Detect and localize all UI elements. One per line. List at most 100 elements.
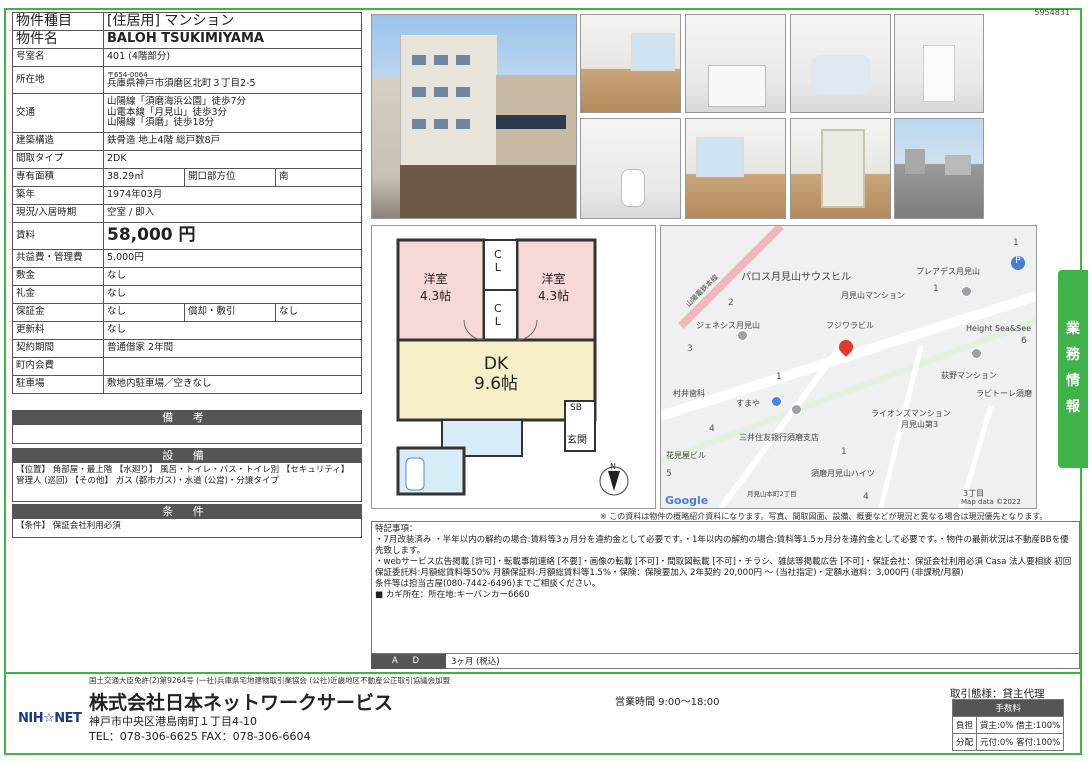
map-label-10: ライオンズマンション bbox=[871, 409, 951, 418]
structure-label: 建築構造 bbox=[12, 132, 104, 151]
map-poi-pin bbox=[961, 286, 972, 297]
rent-label: 賃料 bbox=[12, 222, 104, 250]
map-label-2: 月見山マンション bbox=[841, 291, 905, 300]
company-tel: TEL：078-306-6625 FAX：078-306-6604 bbox=[89, 730, 311, 743]
remarks-header: 備 考 bbox=[12, 410, 362, 425]
town-fee-label: 町内会費 bbox=[12, 357, 104, 376]
map-label-7: ラビトーレ須磨 bbox=[976, 389, 1032, 398]
traffic-cell: 山陽線「須磨海浜公園」徒歩7分 山電本線「月見山」徒歩3分 山陽線「須磨」徒歩18分 bbox=[103, 93, 362, 133]
notes-title: 特記事項： bbox=[375, 524, 418, 534]
traffic-label: 交通 bbox=[12, 93, 104, 133]
footer-divider bbox=[4, 672, 1082, 674]
remarks-section: 備 考 設 備 【位置】 角部屋・最上階 【水廻り】 風呂・トイレ・バス・トイレ… bbox=[12, 410, 362, 538]
built-label: 築年 bbox=[12, 186, 104, 205]
dk-label: DK 9.6帖 bbox=[474, 354, 519, 394]
fee-label: 共益費・管理費 bbox=[12, 249, 104, 268]
map-poi-pin bbox=[737, 330, 748, 341]
status-label: 現況/入居時期 bbox=[12, 204, 104, 223]
key-money-label: 礼金 bbox=[12, 285, 104, 304]
type-value: [住居用] マンション bbox=[103, 12, 362, 31]
notes-line-4: ■ カギ所在：所在地:キーバンカー6660 bbox=[375, 590, 530, 601]
parking-icon: P bbox=[1011, 256, 1025, 270]
guarantee-label: 保証金 bbox=[12, 303, 104, 322]
ad-label: A D bbox=[371, 654, 446, 669]
map-num-0: 1 bbox=[1013, 238, 1019, 248]
map-label-6: 荻野マンション bbox=[941, 371, 997, 380]
floor-plan: 洋室 4.3帖 洋室 4.3帖 CL CL DK 9.6帖 SB 玄関 N bbox=[371, 225, 656, 509]
layout-value: 2DK bbox=[103, 150, 362, 169]
status-value: 空室 / 即入 bbox=[103, 204, 362, 223]
traffic-line-1: 山陽線「須磨海浜公園」徒歩7分 bbox=[107, 95, 247, 107]
ad-row: A D 3ヶ月 (税込) bbox=[371, 653, 1080, 669]
license-text: 国土交通大臣免許(2)第9264号 (一社)兵庫県宅地建物取引業協会 (公社)近… bbox=[89, 676, 451, 685]
parking-value: 敷地内駐車場／空きなし bbox=[103, 375, 362, 394]
toilet-photo bbox=[580, 118, 681, 219]
bathroom-photo bbox=[790, 14, 891, 113]
renewal-value: なし bbox=[103, 321, 362, 340]
map-label-3: ジェネシス月見山 bbox=[696, 321, 760, 330]
contract-value: 普通借家 2年間 bbox=[103, 339, 362, 358]
map-num-6: 4 bbox=[709, 424, 715, 434]
remarks-body bbox=[12, 425, 362, 444]
map-num-7: 1 bbox=[841, 447, 847, 457]
burden-label: 負担 bbox=[951, 716, 978, 734]
contract-label: 契約期間 bbox=[12, 339, 104, 358]
layout-label: 間取タイプ bbox=[12, 150, 104, 169]
area-label: 専有面積 bbox=[12, 168, 104, 187]
built-value: 1974年03月 bbox=[103, 186, 362, 205]
direction-value: 南 bbox=[275, 168, 362, 187]
company-logo: NIH☆NET bbox=[18, 711, 82, 726]
closet2-label: CL bbox=[494, 302, 502, 328]
renewal-label: 更新料 bbox=[12, 321, 104, 340]
google-logo: Google bbox=[665, 494, 709, 507]
map-num-8: 5 bbox=[666, 469, 672, 479]
address-label: 所在地 bbox=[12, 66, 104, 94]
type-label: 物件種目 bbox=[12, 12, 104, 31]
ad-value: 3ヶ月 (税込) bbox=[451, 657, 500, 667]
guarantee-value: なし bbox=[103, 303, 185, 322]
entrance-label: 玄関 bbox=[567, 435, 587, 446]
map-num-1: 2 bbox=[728, 298, 734, 308]
map-label-11: 月見山第3 bbox=[901, 420, 939, 429]
town-fee-value bbox=[103, 357, 362, 376]
notes-line-1: ・7月改装済み ・半年以内の解約の場合:賃料等3ヵ月分を違約金として必要です。・… bbox=[375, 535, 1069, 557]
map-num-4: 1 bbox=[776, 372, 782, 382]
room-value: 401 (4階部分) bbox=[103, 48, 362, 67]
business-info-tab-label: 業務情報 bbox=[1066, 321, 1080, 415]
fee-value: 5,000円 bbox=[103, 249, 362, 268]
special-notes: 特記事項： ・7月改装済み ・半年以内の解約の場合:賃料等3ヵ月分を違約金として… bbox=[371, 521, 1080, 669]
facilities-body: 【位置】 角部屋・最上階 【水廻り】 風呂・トイレ・バス・トイレ別 【セキュリテ… bbox=[12, 463, 362, 502]
amort-label: 償却・敷引 bbox=[184, 303, 276, 322]
map-label-13: 花見屋ビル bbox=[666, 451, 706, 460]
deposit-value: なし bbox=[103, 267, 362, 286]
key-money-value: なし bbox=[103, 285, 362, 304]
room2-label: 洋室 4.3帖 bbox=[538, 272, 570, 303]
address-cell: 〒654-0064 兵庫県神戸市須磨区北町３丁目2-5 bbox=[103, 66, 362, 94]
washroom-photo bbox=[894, 14, 984, 113]
business-info-tab[interactable]: 業務情報 bbox=[1058, 270, 1088, 468]
commission-table: 手数料 負担 貸主:0% 借主:100% 分配 元付:0% 客付:100% bbox=[951, 699, 1065, 751]
property-table: 物件種目 [住居用] マンション 物件名 BALOH TSUKIMIYAMA 号室名… bbox=[12, 12, 362, 394]
company-name: 株式会社日本ネットワークサービス bbox=[89, 692, 394, 714]
map-label-0: パロス月見山サウスヒル bbox=[741, 272, 851, 283]
map-label-9: すまや bbox=[736, 399, 760, 408]
split-label: 分配 bbox=[951, 733, 978, 751]
kitchen-photo bbox=[685, 14, 786, 113]
conditions-header: 条 件 bbox=[12, 504, 362, 519]
name-value: BALOH TSUKIMIYAMA bbox=[103, 30, 362, 49]
map-label-4: フジワラビル bbox=[826, 321, 874, 330]
area-value: 38.29㎡ bbox=[103, 168, 185, 187]
room-label: 号室名 bbox=[12, 48, 104, 67]
map-num-3: 1 bbox=[933, 284, 939, 294]
address-value: 兵庫県神戸市須磨区北町３丁目2-5 bbox=[107, 77, 256, 89]
company-address: 神戸市中央区港島南町１丁目4-10 bbox=[89, 715, 257, 728]
living-room-photo bbox=[580, 14, 681, 113]
deposit-label: 敷金 bbox=[12, 267, 104, 286]
closet1-label: CL bbox=[494, 248, 502, 274]
burden-value: 貸主:0% 借主:100% bbox=[976, 716, 1065, 734]
map-poi-pin bbox=[971, 348, 982, 359]
map-label-5: Height Sea&See bbox=[966, 324, 1032, 333]
split-value: 元付:0% 客付:100% bbox=[976, 733, 1065, 751]
north-arrow-label: N bbox=[610, 462, 616, 471]
location-map[interactable]: パロス月見山サウスヒル プレアデス月見山 月見山マンション ジェネシス月見山 フ… bbox=[660, 225, 1037, 509]
